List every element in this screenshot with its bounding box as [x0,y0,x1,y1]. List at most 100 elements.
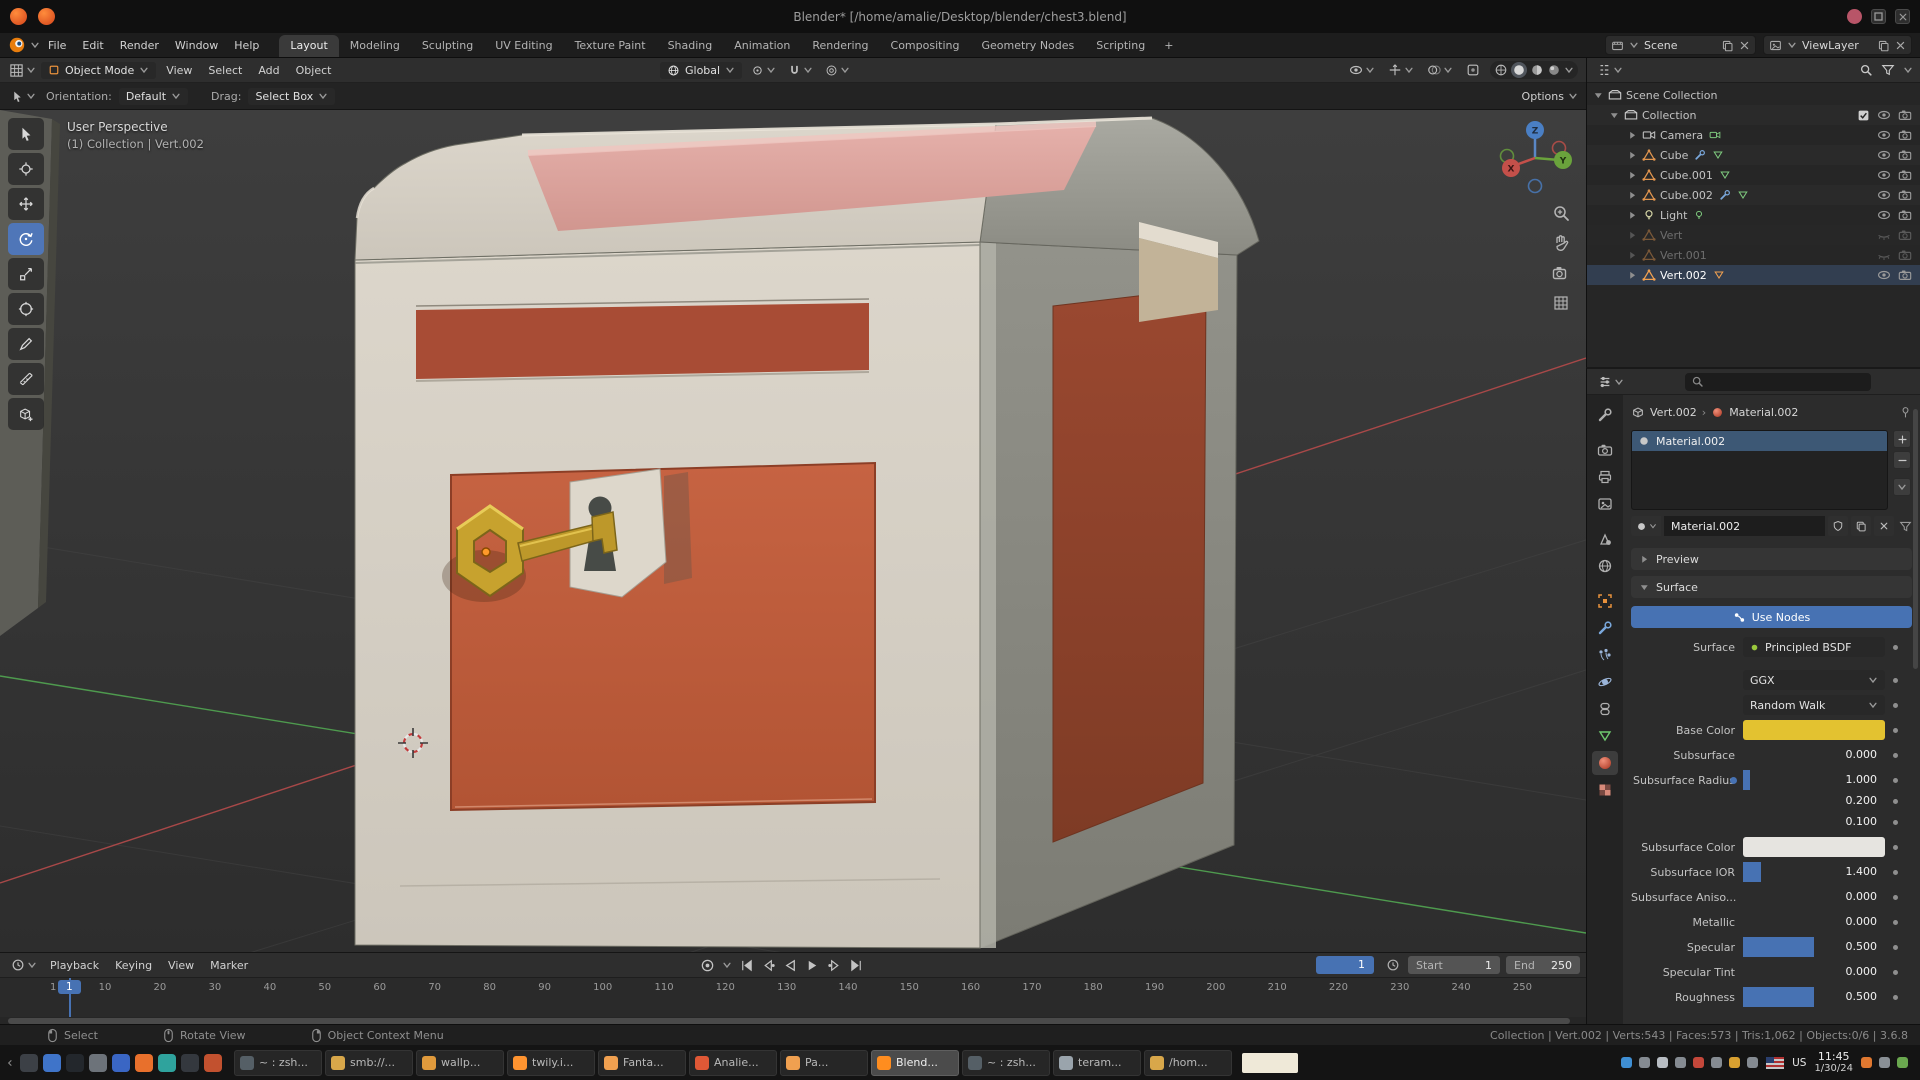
workspace-tab[interactable]: Layout [279,35,338,57]
disable-render-icon[interactable] [1898,108,1912,122]
jump-to-start-button[interactable] [739,958,754,973]
play-button[interactable] [805,958,820,973]
unlink-scene-icon[interactable] [1739,40,1750,51]
disable-render-icon[interactable] [1898,128,1912,142]
keyframe-dot[interactable] [1893,995,1898,1000]
menu-item[interactable]: Help [226,36,267,55]
hidden-eye-icon[interactable] [1877,228,1891,242]
tab-particles[interactable] [1592,643,1618,667]
taskbar-window-button[interactable]: ~ : zsh... [234,1050,322,1076]
active-tool-button[interactable] [8,88,39,105]
workspace-tab[interactable]: Scripting [1085,35,1156,57]
tab-physics[interactable] [1592,670,1618,694]
preview-section-header[interactable]: Preview [1631,548,1912,570]
datablock-filter-icon[interactable] [1899,520,1912,533]
keyframe-dot[interactable] [1893,728,1898,733]
tray-item[interactable] [1657,1057,1668,1068]
properties-scrollbar[interactable] [1913,409,1918,669]
keyframe-dot[interactable] [1893,820,1898,825]
hide-eye-icon[interactable] [1877,208,1891,222]
outliner-row-vert[interactable]: Vert [1587,225,1920,245]
hide-eye-icon[interactable] [1877,148,1891,162]
disable-render-icon[interactable] [1898,268,1912,282]
battery[interactable] [1729,1057,1740,1068]
outliner-row-camera[interactable]: Camera [1587,125,1920,145]
orthographic-toggle-icon[interactable] [1551,293,1571,313]
frame-start-field[interactable]: Start 1 [1408,956,1500,974]
new-material-button[interactable] [1851,516,1871,536]
next-keyframe-button[interactable] [827,958,842,973]
maximize-button[interactable] [1871,9,1886,24]
subsurface-radius-slider-2[interactable]: 0.200 [1743,791,1885,811]
disclosure-down-icon[interactable] [1593,90,1604,101]
3d-viewport[interactable]: User Perspective (1) Collection | Vert.0… [0,110,1586,952]
panel-collapse-button[interactable] [4,1058,16,1068]
outliner-row-collection[interactable]: Collection [1587,105,1920,125]
disable-render-icon[interactable] [1898,188,1912,202]
overlays-dropdown[interactable] [1424,61,1456,79]
keyframe-dot[interactable] [1893,645,1898,650]
solid-shading-icon[interactable] [1512,63,1526,77]
taskbar-window-button[interactable]: ~ : zsh... [962,1050,1050,1076]
material-shading-icon[interactable] [1530,63,1544,77]
breadcrumb-material-name[interactable]: Material.002 [1729,406,1798,419]
tab-texture[interactable] [1592,778,1618,802]
terminal[interactable] [66,1054,84,1072]
keyframe-dot[interactable] [1893,778,1898,783]
hide-eye-icon[interactable] [1877,108,1891,122]
object-visibility-dropdown[interactable] [1346,61,1378,79]
annotate-tool[interactable] [8,328,44,360]
keyframe-dot[interactable] [1893,970,1898,975]
taskbar-window-button[interactable]: Pa... [780,1050,868,1076]
specular-tint-slider[interactable]: 0.000 [1743,962,1885,982]
rendered-shading-icon[interactable] [1547,63,1561,77]
add-primitive-tool[interactable] [8,398,44,430]
mode-dropdown[interactable]: Object Mode [41,62,156,79]
keyframe-dot[interactable] [1893,753,1898,758]
frame-end-field[interactable]: End 250 [1506,956,1580,974]
outliner-search-icon[interactable] [1859,63,1873,77]
subsurface-method-dropdown[interactable]: Random Walk [1743,695,1885,715]
wireframe-shading-icon[interactable] [1494,63,1508,77]
specular-slider[interactable]: 0.500 [1743,937,1885,957]
blender-logo-icon[interactable] [8,36,26,54]
workspace-tab[interactable]: UV Editing [484,35,563,57]
tab-view-layer[interactable] [1592,492,1618,516]
collection-checkbox-icon[interactable] [1857,109,1870,122]
outliner-row-cube-001[interactable]: Cube.001 [1587,165,1920,185]
timeline-menu-item[interactable]: Keying [107,957,160,974]
disable-render-icon[interactable] [1898,208,1912,222]
browser[interactable] [43,1054,61,1072]
keyframe-dot[interactable] [1893,845,1898,850]
subsurface-anisotropy-slider[interactable]: 0.000 [1743,887,1885,907]
jump-to-end-button[interactable] [849,958,864,973]
browse-material-button[interactable] [1631,516,1661,536]
timeline-menu-item[interactable]: View [160,957,202,974]
tray-item[interactable] [1711,1057,1722,1068]
new-view-layer-icon[interactable] [1877,39,1890,52]
hide-eye-icon[interactable] [1877,188,1891,202]
navigation-gizmo[interactable]: Z X Y [1493,116,1577,200]
menu-item[interactable]: Edit [74,36,111,55]
outliner-row-scene-collection[interactable]: Scene Collection [1587,85,1920,105]
workspace-tab[interactable]: Animation [723,35,801,57]
outliner-filter-chevron-icon[interactable] [1903,65,1913,75]
taskbar-window-button[interactable]: /hom... [1144,1050,1232,1076]
workspace-tab[interactable]: Sculpting [411,35,484,57]
taskbar-window-button[interactable]: smb://... [325,1050,413,1076]
move-tool[interactable] [8,188,44,220]
menu-item[interactable]: File [40,36,74,55]
outliner-row-vert-001[interactable]: Vert.001 [1587,245,1920,265]
disclosure-right-icon[interactable] [1627,190,1638,201]
rotate-tool[interactable] [8,223,44,255]
disclosure-right-icon[interactable] [1627,130,1638,141]
keyframe-dot[interactable] [1893,799,1898,804]
subsurface-color-swatch[interactable] [1743,837,1885,857]
taskbar-window-button[interactable]: wallp... [416,1050,504,1076]
editor-type-button[interactable] [6,61,39,80]
pan-hand-icon[interactable] [1551,233,1571,253]
material-slot-list[interactable]: Material.002 [1631,430,1888,510]
properties-editor-type-button[interactable] [1595,373,1627,391]
outliner-editor-type-button[interactable] [1594,61,1626,79]
previous-keyframe-button[interactable] [761,958,776,973]
